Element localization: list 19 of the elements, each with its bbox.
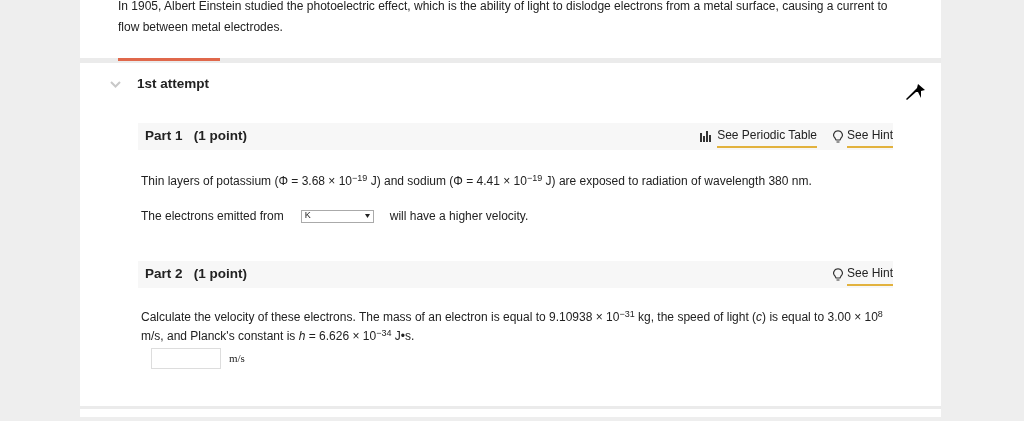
- periodic-table-link[interactable]: See Periodic Table: [717, 125, 817, 148]
- intro-paragraph: In 1905, Albert Einstein studied the photoelectric effect, which is the ability of light to dislodge electrons from a metal surface, causing a current to flow between metal electrodes.: [118, 0, 888, 34]
- unit-label: m/s: [229, 351, 245, 367]
- caret-icon: [364, 214, 370, 218]
- answer-field[interactable]: [151, 348, 221, 369]
- question-text: will have a higher velocity.: [389, 208, 529, 225]
- element-dropdown[interactable]: K: [300, 209, 374, 223]
- chart-icon: [700, 131, 714, 142]
- question-text: Thin layers of potassium (Φ = 3.68 × 10$^{−19}$ J) and sodium (Φ = 4.41 × 10$^{−19}$ J) are exposed to radiation of wavelength 380 nm.: [141, 172, 813, 190]
- question-text: The electrons emitted from: [141, 208, 284, 225]
- chevron-icon[interactable]: [110, 80, 121, 88]
- hint-link[interactable]: See Hint: [846, 125, 893, 148]
- question-text: Calculate the velocity of these electrons. The mass of an electron is equal to 9.10938 × 10$^{−31}$ kg, the speed of light (c) is equal to 3.00 × 10$^{8}$ m/s, and Planck's constant is h = 6.626 × 10$^{−34}$ J•s.: [141, 308, 884, 345]
- attempt-title: 1st attempt: [137, 74, 209, 93]
- hint-link[interactable]: See Hint: [846, 263, 893, 286]
- lightbulb-icon: [832, 268, 843, 281]
- lightbulb-icon: [832, 130, 843, 143]
- part-title: Part 1 (1 point): [145, 127, 247, 146]
- part-title: Part 2 (1 point): [145, 265, 247, 284]
